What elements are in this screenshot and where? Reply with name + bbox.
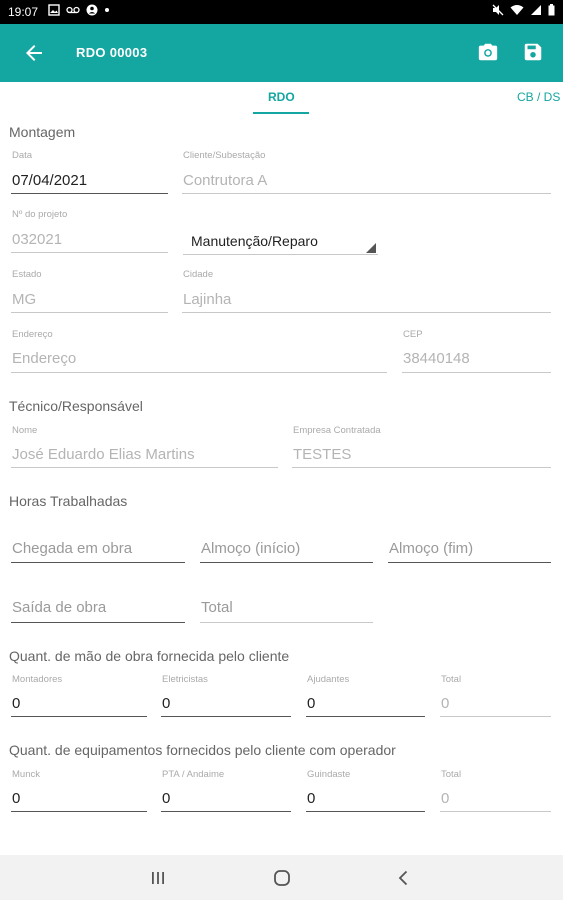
ajudantes-label: Ajudantes bbox=[307, 674, 350, 685]
cliente-field[interactable]: Contrutora A bbox=[183, 172, 267, 189]
home-icon[interactable] bbox=[272, 868, 292, 888]
data-field[interactable]: 07/04/2021 bbox=[12, 172, 87, 189]
recents-icon[interactable] bbox=[148, 868, 168, 888]
account-circle-icon bbox=[86, 4, 98, 16]
eletricistas-field[interactable]: 0 bbox=[162, 695, 170, 712]
page-title: RDO 00003 bbox=[76, 45, 148, 60]
dropdown-arrow-icon[interactable] bbox=[366, 243, 376, 253]
endereco-label: Endereço bbox=[12, 329, 53, 340]
projeto-label: Nº do projeto bbox=[12, 209, 68, 220]
ajudantes-field[interactable]: 0 bbox=[307, 695, 315, 712]
cep-field[interactable]: 38440148 bbox=[403, 350, 470, 367]
camera-icon[interactable] bbox=[477, 41, 499, 63]
estado-field[interactable]: MG bbox=[12, 291, 36, 308]
mao-obra-heading: Quant. de mão de obra fornecida pelo cli… bbox=[9, 648, 290, 664]
save-icon[interactable] bbox=[522, 41, 544, 63]
image-icon bbox=[48, 4, 60, 16]
total-mao-obra-field: 0 bbox=[441, 695, 450, 712]
total-mao-obra-label: Total bbox=[441, 674, 462, 685]
status-bar: 19:07 bbox=[0, 0, 563, 24]
status-time: 19:07 bbox=[8, 5, 39, 19]
almoco-inicio-field[interactable]: Almoço (início) bbox=[201, 540, 300, 557]
tab-rdo[interactable]: RDO bbox=[268, 90, 295, 104]
pta-andaime-label: PTA / Andaime bbox=[162, 769, 225, 780]
guindaste-label: Guindaste bbox=[307, 769, 351, 780]
munck-label: Munck bbox=[12, 769, 40, 780]
montadores-field[interactable]: 0 bbox=[12, 695, 20, 712]
empresa-label: Empresa Contratada bbox=[293, 425, 381, 436]
total-equipamentos-field: 0 bbox=[441, 790, 450, 807]
tipo-select[interactable]: Manutenção/Reparo bbox=[191, 233, 318, 249]
dot-icon bbox=[105, 8, 109, 12]
chegada-field[interactable]: Chegada em obra bbox=[12, 540, 132, 557]
battery-icon bbox=[548, 4, 555, 16]
cidade-label: Cidade bbox=[183, 269, 214, 280]
projeto-field[interactable]: 032021 bbox=[12, 231, 62, 248]
app-bar: RDO 00003 bbox=[0, 24, 563, 82]
munck-field[interactable]: 0 bbox=[12, 790, 20, 807]
nome-label: Nome bbox=[12, 425, 38, 436]
tab-cb-ds[interactable]: CB / DS bbox=[517, 90, 560, 104]
data-label: Data bbox=[12, 150, 33, 161]
tab-bar: RDO CB / DS bbox=[0, 82, 563, 116]
cidade-field[interactable]: Lajinha bbox=[183, 291, 231, 308]
tecnico-heading: Técnico/Responsável bbox=[9, 398, 143, 414]
voicemail-icon bbox=[66, 6, 80, 14]
signal-icon bbox=[531, 5, 541, 15]
mute-icon bbox=[492, 4, 504, 16]
nome-field[interactable]: José Eduardo Elias Martins bbox=[12, 446, 195, 463]
tab-indicator bbox=[253, 112, 309, 114]
guindaste-field[interactable]: 0 bbox=[307, 790, 315, 807]
montagem-heading: Montagem bbox=[9, 124, 76, 140]
estado-label: Estado bbox=[12, 269, 42, 280]
equipamentos-heading: Quant. de equipamentos fornecidos pelo c… bbox=[9, 742, 396, 758]
horas-heading: Horas Trabalhadas bbox=[9, 493, 128, 509]
total-horas-field: Total bbox=[201, 599, 233, 616]
eletricistas-label: Eletricistas bbox=[162, 674, 208, 685]
system-nav-bar bbox=[0, 855, 563, 900]
back-arrow-icon[interactable] bbox=[22, 41, 46, 65]
endereco-field[interactable]: Endereço bbox=[12, 350, 76, 367]
pta-andaime-field[interactable]: 0 bbox=[162, 790, 170, 807]
cliente-label: Cliente/Subestação bbox=[183, 150, 266, 161]
saida-field[interactable]: Saída de obra bbox=[12, 599, 106, 616]
back-nav-icon[interactable] bbox=[394, 868, 414, 888]
empresa-field[interactable]: TESTES bbox=[293, 446, 351, 463]
total-equipamentos-label: Total bbox=[441, 769, 462, 780]
montadores-label: Montadores bbox=[12, 674, 63, 685]
wifi-icon bbox=[510, 5, 524, 15]
cep-label: CEP bbox=[403, 329, 423, 340]
almoco-fim-field[interactable]: Almoço (fim) bbox=[389, 540, 473, 557]
